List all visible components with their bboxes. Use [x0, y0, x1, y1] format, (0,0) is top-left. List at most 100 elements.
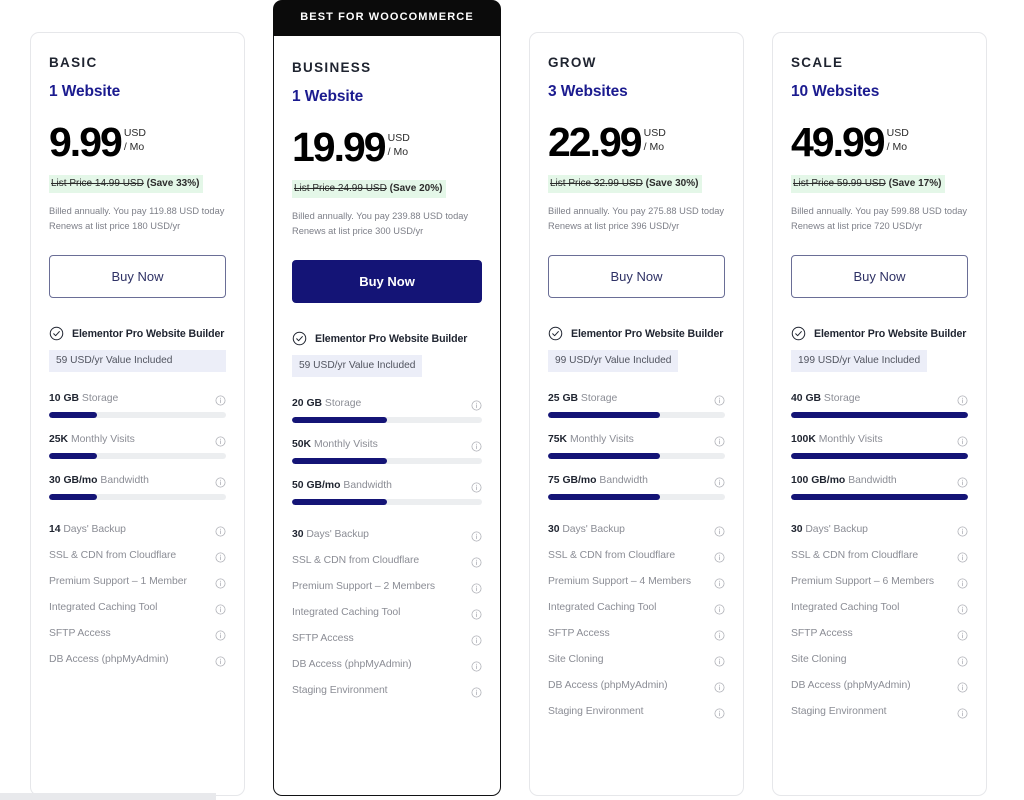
info-circle-icon[interactable] [471, 581, 482, 594]
meter-value: 40 GB [791, 393, 822, 405]
info-circle-icon[interactable] [714, 475, 725, 488]
meter-monthly-visits: 50K Monthly Visits [292, 439, 482, 465]
buy-now-button[interactable]: Buy Now [292, 260, 482, 304]
buy-now-button[interactable]: Buy Now [548, 255, 725, 299]
feature-row: 30 Days' Backup [791, 516, 968, 542]
billing-note: Billed annually. You pay 239.88 USD toda… [292, 209, 482, 238]
info-circle-icon[interactable] [471, 439, 482, 452]
meter-bar-track [548, 453, 725, 460]
meter-bandwidth: 100 GB/mo Bandwidth [791, 475, 968, 501]
meter-head: 50 GB/mo Bandwidth [292, 480, 482, 493]
billing-note-line-2: Renews at list price 396 USD/yr [548, 220, 680, 231]
price-period: / Mo [886, 140, 908, 153]
info-circle-icon[interactable] [215, 524, 226, 537]
meter-bar-fill [548, 494, 660, 501]
feature-row: DB Access (phpMyAdmin) [548, 672, 725, 698]
info-circle-icon[interactable] [957, 602, 968, 615]
meter-bar-track [548, 494, 725, 501]
info-circle-icon[interactable] [215, 602, 226, 615]
horizontal-scrollbar[interactable] [0, 793, 216, 800]
info-circle-icon[interactable] [714, 550, 725, 563]
info-circle-icon[interactable] [215, 434, 226, 447]
info-circle-icon[interactable] [471, 633, 482, 646]
elementor-label: Elementor Pro Website Builder [72, 327, 225, 340]
feature-label: DB Access (phpMyAdmin) [49, 654, 169, 665]
info-circle-icon[interactable] [215, 393, 226, 406]
meter-storage: 20 GB Storage [292, 398, 482, 424]
meter-name: Monthly Visits [70, 434, 135, 446]
card-body: SCALE 10 Websites 49.99 USD / Mo List Price 5… [772, 32, 987, 796]
plan-name: SCALE [791, 55, 844, 70]
billing-note-line-1: Billed annually. You pay 119.88 USD toda… [49, 205, 225, 216]
billing-note-line-2: Renews at list price 300 USD/yr [292, 225, 424, 236]
meter-name: Monthly Visits [569, 434, 634, 446]
meter-monthly-visits: 75K Monthly Visits [548, 434, 725, 460]
price-row: 9.99 USD / Mo [49, 122, 226, 163]
info-circle-icon[interactable] [714, 628, 725, 641]
info-circle-icon[interactable] [957, 434, 968, 447]
info-circle-icon[interactable] [215, 628, 226, 641]
meter-value: 75 GB/mo [548, 475, 597, 487]
meter-label: 75 GB/mo Bandwidth [548, 475, 648, 486]
info-circle-icon[interactable] [714, 602, 725, 615]
info-circle-icon[interactable] [714, 434, 725, 447]
buy-now-button[interactable]: Buy Now [791, 255, 968, 299]
meter-label: 25 GB Storage [548, 393, 617, 404]
info-circle-icon[interactable] [957, 550, 968, 563]
info-circle-icon[interactable] [714, 680, 725, 693]
info-circle-icon[interactable] [471, 555, 482, 568]
info-circle-icon[interactable] [957, 524, 968, 537]
plan-website-count: 1 Website [49, 83, 121, 100]
feature-label: Staging Environment [292, 685, 388, 696]
info-circle-icon[interactable] [714, 576, 725, 589]
feature-name: Site Cloning [791, 654, 847, 666]
info-circle-icon[interactable] [215, 654, 226, 667]
info-circle-icon[interactable] [471, 659, 482, 672]
info-circle-icon[interactable] [215, 576, 226, 589]
info-circle-icon[interactable] [714, 706, 725, 719]
meter-head: 40 GB Storage [791, 393, 968, 406]
feature-label: SFTP Access [49, 628, 111, 639]
info-circle-icon[interactable] [215, 550, 226, 563]
list-price-strikethrough: List Price 59.99 USD [793, 177, 886, 189]
info-circle-icon[interactable] [957, 393, 968, 406]
elementor-feature-row: Elementor Pro Website Builder [791, 326, 968, 341]
info-circle-icon[interactable] [957, 628, 968, 641]
feature-row: SFTP Access [292, 625, 482, 651]
info-circle-icon[interactable] [957, 680, 968, 693]
feature-label: 14 Days' Backup [49, 524, 126, 535]
info-circle-icon[interactable] [471, 529, 482, 542]
feature-label: 30 Days' Backup [548, 524, 625, 535]
info-circle-icon[interactable] [471, 607, 482, 620]
meter-value: 25K [49, 434, 69, 446]
meter-bar-fill [548, 453, 660, 460]
elementor-label: Elementor Pro Website Builder [315, 332, 468, 345]
feature-label: SFTP Access [791, 628, 853, 639]
meter-name: Storage [580, 393, 618, 405]
info-circle-icon[interactable] [957, 654, 968, 667]
info-circle-icon[interactable] [714, 524, 725, 537]
info-circle-icon[interactable] [957, 576, 968, 589]
feature-name: Premium Support – 1 Member [49, 576, 187, 588]
meter-monthly-visits: 25K Monthly Visits [49, 434, 226, 460]
meter-value: 50K [292, 439, 312, 451]
price-currency: USD [886, 127, 909, 139]
info-circle-icon[interactable] [215, 475, 226, 488]
savings-percent: (Save 20%) [389, 182, 443, 194]
info-circle-icon[interactable] [471, 480, 482, 493]
billing-note-line-2: Renews at list price 720 USD/yr [791, 220, 923, 231]
buy-now-button[interactable]: Buy Now [49, 255, 226, 299]
feature-row: Integrated Caching Tool [791, 594, 968, 620]
meter-bar-fill [292, 417, 387, 424]
price-amount: 22.99 [548, 119, 643, 165]
price-row: 19.99 USD / Mo [292, 127, 482, 168]
meter-label: 10 GB Storage [49, 393, 118, 404]
feature-row: 14 Days' Backup [49, 516, 226, 542]
info-circle-icon[interactable] [471, 685, 482, 698]
info-circle-icon[interactable] [957, 706, 968, 719]
check-circle-icon [49, 326, 64, 341]
info-circle-icon[interactable] [471, 398, 482, 411]
info-circle-icon[interactable] [714, 654, 725, 667]
info-circle-icon[interactable] [714, 393, 725, 406]
info-circle-icon[interactable] [957, 475, 968, 488]
